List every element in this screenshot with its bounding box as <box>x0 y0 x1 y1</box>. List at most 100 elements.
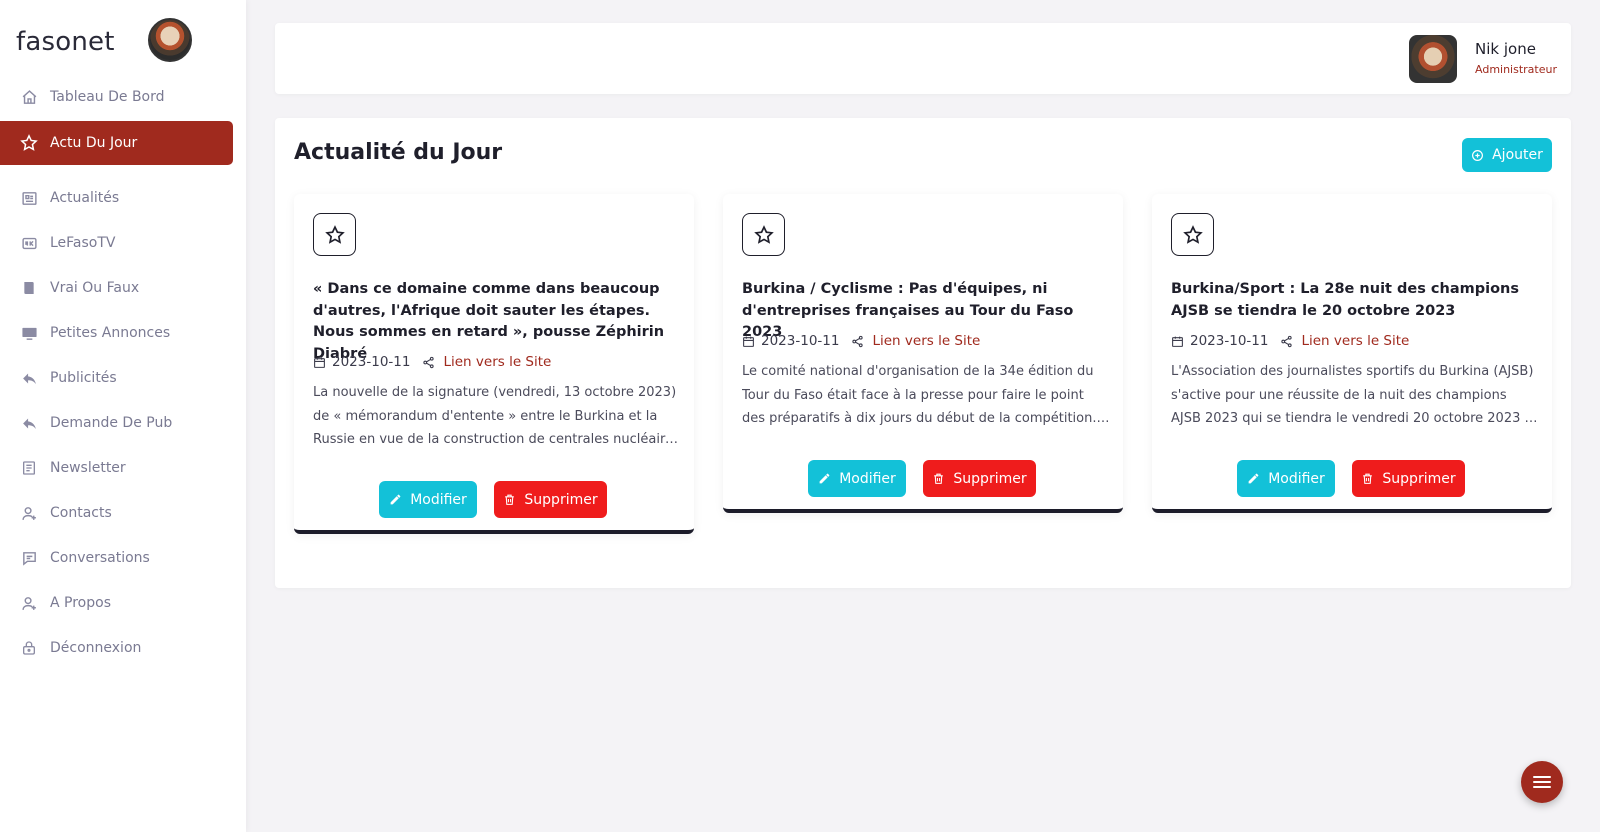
sidebar-item-label: Demande De Pub <box>50 415 173 431</box>
plus-circle-icon <box>1471 149 1484 162</box>
menu-fab-button[interactable] <box>1521 761 1563 803</box>
site-link[interactable]: Lien vers le Site <box>443 354 551 370</box>
news-card: Burkina / Cyclisme : Pas d'équipes, ni d… <box>723 194 1123 513</box>
news-description-text: Le comité national d'organisation de la … <box>742 364 1097 426</box>
sidebar-item-label: Actu Du Jour <box>50 135 138 151</box>
delete-button[interactable]: Supprimer <box>494 481 607 518</box>
sidebar-item-label: Petites Annonces <box>50 325 171 341</box>
delete-button-label: Supprimer <box>1382 470 1456 487</box>
sidebar-item-tableau-de-bord[interactable]: Tableau De Bord <box>0 75 233 119</box>
star-icon <box>753 224 774 245</box>
brand-name: fasonet <box>16 27 115 57</box>
favorite-toggle[interactable] <box>313 213 356 256</box>
news-date: 2023-10-11 <box>761 333 840 349</box>
newspaper-icon <box>20 189 38 207</box>
add-button[interactable]: Ajouter <box>1462 138 1552 172</box>
brand[interactable]: fasonet <box>16 22 115 62</box>
trash-icon <box>1361 472 1374 485</box>
news-title: « Dans ce domaine comme dans beaucoup d'… <box>313 281 665 362</box>
user-add-icon <box>20 594 38 612</box>
edit-button[interactable]: Modifier <box>808 460 906 497</box>
news-description-text: La nouvelle de la signature (vendredi, 1… <box>313 385 680 447</box>
sidebar-item-petites-annonces[interactable]: Petites Annonces <box>0 311 233 355</box>
user-role: Administrateur <box>1475 63 1557 76</box>
home-icon <box>20 88 38 106</box>
news-meta: 2023-10-11 Lien vers le Site <box>1171 333 1409 349</box>
site-link[interactable]: Lien vers le Site <box>872 333 980 349</box>
edit-button[interactable]: Modifier <box>1237 460 1335 497</box>
edit-button[interactable]: Modifier <box>379 481 477 518</box>
sidebar-item-vrai-ou-faux[interactable]: Vrai Ou Faux <box>0 266 233 310</box>
sidebar-item-demande-de-pub[interactable]: Demande De Pub <box>0 401 233 445</box>
document-icon <box>20 459 38 477</box>
sidebar-item-a-propos[interactable]: A Propos <box>0 581 233 625</box>
chat-icon <box>20 549 38 567</box>
lock-icon <box>20 639 38 657</box>
news-panel: Actualité du Jour Ajouter « Dans ce doma… <box>275 118 1571 588</box>
sidebar-item-conversations[interactable]: Conversations <box>0 536 233 580</box>
star-icon <box>20 134 38 152</box>
calendar-icon <box>313 356 326 369</box>
sidebar-item-label: Tableau De Bord <box>50 89 165 105</box>
reply-arrow-icon <box>20 414 38 432</box>
news-date: 2023-10-11 <box>1190 333 1269 349</box>
delete-button[interactable]: Supprimer <box>1352 460 1465 497</box>
news-description: La nouvelle de la signature (vendredi, 1… <box>313 381 681 452</box>
news-card: « Dans ce domaine comme dans beaucoup d'… <box>294 194 694 534</box>
sidebar: fasonet Tableau De Bord Actu Du Jour Act… <box>0 0 246 832</box>
book-icon <box>20 279 38 297</box>
star-icon <box>1182 224 1203 245</box>
calendar-icon <box>1171 335 1184 348</box>
4k-tv-icon <box>20 234 38 252</box>
news-title: Burkina/Sport : La 28e nuit des champion… <box>1171 281 1519 319</box>
share-icon[interactable] <box>422 356 435 369</box>
sidebar-item-contacts[interactable]: Contacts <box>0 491 233 535</box>
pencil-icon <box>1247 472 1260 485</box>
favorite-toggle[interactable] <box>742 213 785 256</box>
sidebar-item-lefasotv[interactable]: LeFasoTV <box>0 221 233 265</box>
top-header: Nik jone Administrateur <box>275 23 1571 94</box>
sidebar-item-publicites[interactable]: Publicités <box>0 356 233 400</box>
brand-logo[interactable] <box>148 18 192 62</box>
page-title: Actualité du Jour <box>294 140 503 165</box>
sidebar-item-label: Déconnexion <box>50 640 142 656</box>
sidebar-item-label: Actualités <box>50 190 120 206</box>
sidebar-item-label: A Propos <box>50 595 111 611</box>
sidebar-item-label: LeFasoTV <box>50 235 116 251</box>
sidebar-item-newsletter[interactable]: Newsletter <box>0 446 233 490</box>
user-name: Nik jone <box>1475 40 1536 58</box>
share-icon[interactable] <box>851 335 864 348</box>
avatar[interactable] <box>1409 35 1457 83</box>
calendar-icon <box>742 335 755 348</box>
pencil-icon <box>389 493 402 506</box>
favorite-toggle[interactable] <box>1171 213 1214 256</box>
news-description: L'Association des journalistes sportifs … <box>1171 360 1539 431</box>
news-meta: 2023-10-11 Lien vers le Site <box>742 333 980 349</box>
sidebar-item-actualites[interactable]: Actualités <box>0 176 233 220</box>
hamburger-menu-icon <box>1532 774 1552 790</box>
monitor-icon <box>20 324 38 342</box>
edit-button-label: Modifier <box>1268 470 1325 487</box>
sidebar-item-deconnexion[interactable]: Déconnexion <box>0 626 233 670</box>
delete-button-label: Supprimer <box>953 470 1027 487</box>
news-description-text: L'Association des journalistes sportifs … <box>1171 364 1534 426</box>
trash-icon <box>503 493 516 506</box>
sidebar-item-label: Newsletter <box>50 460 126 476</box>
sidebar-item-label: Contacts <box>50 505 112 521</box>
site-link[interactable]: Lien vers le Site <box>1301 333 1409 349</box>
news-description: Le comité national d'organisation de la … <box>742 360 1110 431</box>
news-date: 2023-10-11 <box>332 354 411 370</box>
sidebar-item-label: Conversations <box>50 550 150 566</box>
edit-button-label: Modifier <box>410 491 467 508</box>
add-button-label: Ajouter <box>1492 147 1543 163</box>
sidebar-item-label: Vrai Ou Faux <box>50 280 140 296</box>
reply-arrow-icon <box>20 369 38 387</box>
sidebar-item-actu-du-jour[interactable]: Actu Du Jour <box>0 121 233 165</box>
edit-button-label: Modifier <box>839 470 896 487</box>
star-icon <box>324 224 345 245</box>
sidebar-item-label: Publicités <box>50 370 117 386</box>
share-icon[interactable] <box>1280 335 1293 348</box>
user-add-icon <box>20 504 38 522</box>
pencil-icon <box>818 472 831 485</box>
delete-button[interactable]: Supprimer <box>923 460 1036 497</box>
